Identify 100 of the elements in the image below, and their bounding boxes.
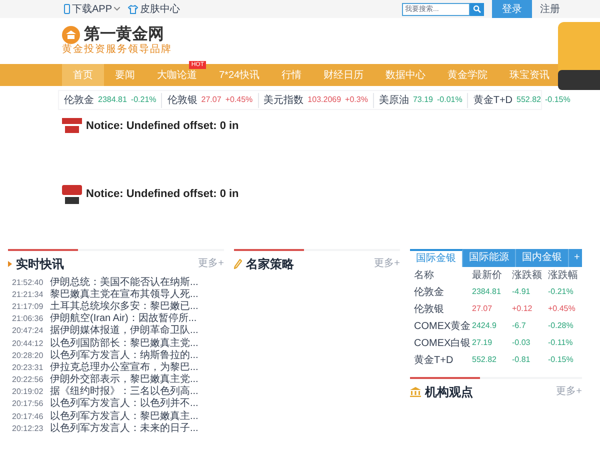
- table-cell-text: 27.07: [472, 303, 494, 315]
- nav-tab[interactable]: 珠宝资讯: [498, 64, 561, 86]
- table-cell-text: 2424.9: [472, 320, 498, 332]
- pen-icon: [234, 258, 242, 268]
- more-link[interactable]: 更多+: [198, 256, 224, 271]
- news-time: 20:28:20: [12, 350, 44, 362]
- news-time: 20:17:56: [12, 398, 44, 410]
- news-time: 20:12:23: [12, 422, 44, 435]
- table-cell-text: COMEX黄金: [414, 320, 472, 334]
- news-link[interactable]: 以色列军方发言人：黎巴嫩真主...: [50, 412, 198, 422]
- column-header: 名称: [414, 268, 435, 282]
- ticker-name: 伦敦银: [167, 94, 198, 108]
- ticker-price: 73.19: [412, 94, 433, 106]
- table-cell-text: -0.28%: [548, 320, 574, 332]
- table-cell-text: 27.19: [472, 337, 494, 349]
- search-button[interactable]: [470, 2, 484, 16]
- add-tab-button[interactable]: +: [569, 248, 585, 266]
- news-link[interactable]: 据《纽约时报》：三名以色列高...: [50, 387, 198, 398]
- section-title: 名家策略: [246, 256, 294, 272]
- news-time: 20:22:56: [12, 374, 44, 386]
- download-app-link[interactable]: 下载APP: [64, 2, 120, 16]
- notice-text: Notice: Undefined offset: 0 in: [86, 119, 239, 134]
- logo-text: 第一黄金网: [84, 26, 164, 43]
- news-headline-icon: [62, 118, 82, 134]
- ticker-price: 2384.81: [98, 94, 127, 106]
- news-link[interactable]: 伊朗航空(Iran Air)：因故暂停所...: [50, 314, 197, 324]
- news-time: 20:17:46: [12, 410, 44, 423]
- login-button[interactable]: 登录: [492, 0, 532, 18]
- ad-banner-placeholder[interactable]: [558, 22, 600, 90]
- table-cell-text: -0.11%: [548, 337, 574, 349]
- market-tab[interactable]: 国内金银: [516, 248, 569, 266]
- news-time: 21:17:09: [12, 300, 44, 313]
- logo-slogan: 黄金投资服务领导品牌: [62, 44, 172, 56]
- news-time: 21:21:34: [12, 288, 44, 301]
- news-link[interactable]: 伊拉克总理办公室宣布，为黎巴...: [50, 362, 198, 373]
- news-link[interactable]: 土耳其总统埃尔多安：黎巴嫩已...: [50, 302, 198, 312]
- table-cell-text: 伦敦金: [414, 286, 445, 300]
- column-header: 最新价: [472, 268, 503, 282]
- section-title: 机构观点: [425, 384, 473, 400]
- table-cell-text: +0.12: [512, 303, 534, 315]
- nav-tab[interactable]: 黄金学院: [436, 64, 499, 86]
- news-time: 21:06:36: [12, 313, 44, 326]
- ticker-change: +0.45%: [225, 94, 253, 106]
- ticker-change: -0.01%: [436, 94, 462, 106]
- notice-text: Notice: Undefined offset: 0 in: [86, 187, 239, 202]
- news-time: 20:19:02: [12, 386, 44, 398]
- more-link[interactable]: 更多+: [374, 256, 400, 271]
- register-link[interactable]: 注册: [540, 2, 560, 16]
- column-header: 涨跌幅: [548, 268, 578, 282]
- news-link[interactable]: 伊朗总统：美国不能否认在纳斯...: [50, 278, 198, 288]
- ticker-name: 美原油: [378, 94, 409, 108]
- news-link[interactable]: 以色列军方发言人：纳斯鲁拉的...: [50, 350, 198, 361]
- market-tab[interactable]: 国际金银: [410, 248, 463, 266]
- table-cell-text: 552.82: [472, 354, 498, 366]
- bank-icon: [410, 386, 421, 396]
- nav-tab[interactable]: 数据中心: [374, 64, 437, 86]
- skin-center-link[interactable]: 皮肤中心: [128, 2, 180, 16]
- nav-tab[interactable]: 7*24快讯: [208, 64, 271, 86]
- news-badge-icon: [62, 184, 82, 204]
- phone-icon: [64, 4, 70, 14]
- news-link[interactable]: 以色列国防部长：黎巴嫩真主党...: [50, 338, 198, 349]
- logo-icon: [62, 26, 80, 44]
- ticker-price: 103.2069: [308, 94, 342, 106]
- caret-icon: [114, 7, 120, 11]
- news-link[interactable]: 据伊朗媒体报道，伊朗革命卫队...: [50, 326, 198, 336]
- ticker-price: 27.07: [201, 94, 222, 106]
- nav-tab[interactable]: 财经日历: [312, 64, 375, 86]
- news-link[interactable]: 伊朗外交部表示，黎巴嫩真主党...: [50, 375, 198, 386]
- ticker-change: -0.21%: [130, 94, 156, 106]
- more-link[interactable]: 更多+: [556, 384, 582, 399]
- news-link[interactable]: 黎巴嫩真主党在宣布其领导人死...: [50, 290, 198, 300]
- ticker-change: -0.15%: [544, 94, 570, 106]
- search-icon: [473, 5, 481, 13]
- table-cell-text: 黄金T+D: [414, 354, 454, 368]
- ticker-name: 黄金T+D: [473, 94, 513, 108]
- market-tab[interactable]: 国际能源: [463, 248, 516, 266]
- news-time: 20:47:24: [12, 325, 44, 338]
- news-time: 20:23:31: [12, 362, 44, 374]
- shirt-icon: [128, 4, 138, 14]
- section-title: 实时快讯: [16, 256, 64, 272]
- column-header: 涨跌额: [512, 268, 543, 282]
- table-cell-text: COMEX白银: [414, 336, 472, 350]
- ticker-name: 伦敦金: [64, 94, 94, 108]
- news-time: 21:52:40: [12, 276, 44, 289]
- table-cell-text: -0.81: [512, 354, 532, 366]
- table-cell-text: -0.15%: [548, 354, 574, 366]
- triangle-icon: [8, 260, 12, 266]
- ticker-name: 美元指数: [264, 94, 304, 108]
- nav-tab[interactable]: 要闻: [104, 64, 146, 86]
- table-cell-text: -4.91: [512, 286, 532, 298]
- news-link[interactable]: 以色列军方发言人：以色列并不...: [50, 399, 198, 410]
- nav-tab[interactable]: 行情: [270, 64, 313, 86]
- table-cell-text: 伦敦银: [414, 302, 445, 316]
- ticker-price: 552.82: [516, 94, 541, 106]
- news-time: 20:44:12: [12, 338, 44, 350]
- ticker-change: +0.3%: [345, 94, 368, 106]
- table-cell-text: -0.03: [512, 337, 532, 349]
- table-cell-text: 2384.81: [472, 286, 502, 298]
- news-link[interactable]: 以色列军方发言人：未来的日子...: [50, 424, 198, 434]
- table-cell-text: -0.21%: [548, 286, 574, 298]
